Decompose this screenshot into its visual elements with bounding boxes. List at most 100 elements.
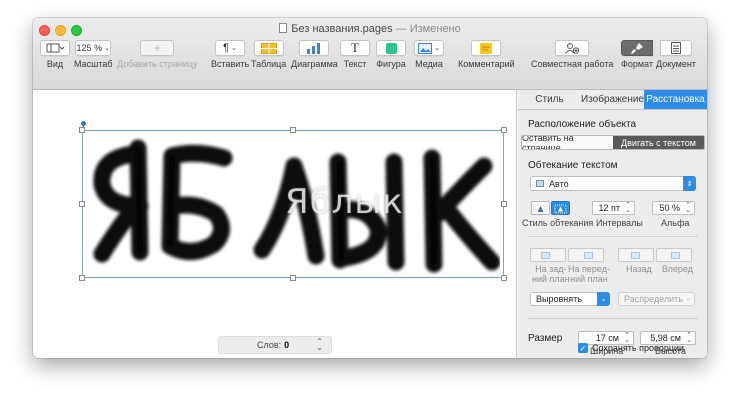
paintbrush-icon bbox=[631, 42, 643, 54]
divider bbox=[528, 236, 698, 237]
resize-handle[interactable] bbox=[290, 127, 296, 133]
checkbox-checked-icon[interactable]: ✓ bbox=[578, 343, 588, 353]
resize-handle[interactable] bbox=[79, 275, 85, 281]
table-tool: Таблица bbox=[251, 40, 286, 69]
spacing-field[interactable]: 12 пт ⌃ ⌄ bbox=[592, 201, 635, 215]
keep-proportions-label: Сохранять пропорции bbox=[592, 343, 685, 353]
backward-button[interactable] bbox=[618, 248, 654, 262]
zoom-tool: 125 % ⌄ Масштаб bbox=[74, 40, 113, 69]
document-status: Изменено bbox=[409, 23, 461, 35]
wrap-style-icon bbox=[537, 206, 544, 212]
height-value: 5,98 см bbox=[650, 333, 681, 343]
text-label: Текст bbox=[343, 59, 367, 69]
comment-tool: Комментарий bbox=[458, 40, 515, 69]
bring-to-front-button[interactable] bbox=[568, 248, 604, 262]
zoom-label: Масштаб bbox=[74, 59, 113, 69]
layer-forward-icon bbox=[671, 252, 680, 259]
chevron-down-icon: ⌄ bbox=[434, 45, 440, 52]
stepper-icon: ⌃ ⌄ bbox=[686, 332, 692, 344]
chart-button[interactable] bbox=[299, 40, 330, 56]
resize-handle[interactable] bbox=[501, 201, 507, 207]
view-tool: Вид bbox=[40, 40, 70, 69]
chevron-down-icon: ⌄ bbox=[597, 292, 610, 306]
inspector-panel: Стиль Изображение Расстановка Расположен… bbox=[518, 90, 707, 358]
word-count-value: 0 bbox=[284, 340, 290, 350]
send-to-back-button[interactable] bbox=[530, 248, 566, 262]
comment-icon bbox=[480, 42, 493, 54]
text-wrap-value: Авто bbox=[549, 178, 569, 189]
document-canvas[interactable]: Яблык Слов: 0 ⌃ ⌄ bbox=[33, 90, 517, 358]
divider bbox=[528, 318, 698, 319]
chart-tool: Диаграмма bbox=[291, 40, 338, 69]
collaborate-button[interactable] bbox=[555, 40, 590, 56]
app-window: Без названия.pages — Изменено Вид 125 % ⌄… bbox=[33, 18, 707, 358]
bring-to-front-label: На перед- ний план bbox=[568, 264, 610, 284]
insert-button[interactable]: ¶ ⌄ bbox=[215, 40, 246, 56]
document-sheet-icon bbox=[670, 42, 681, 54]
zoom-value: 125 % bbox=[76, 43, 103, 53]
resize-handle[interactable] bbox=[290, 275, 296, 281]
tab-style[interactable]: Стиль bbox=[518, 90, 581, 109]
format-button[interactable] bbox=[621, 40, 653, 56]
document-tool: Документ bbox=[656, 40, 696, 69]
stepper-icon: ⌃ ⌄ bbox=[316, 337, 323, 352]
document-button[interactable] bbox=[659, 40, 692, 56]
alpha-value: 50 % bbox=[659, 203, 680, 213]
text-button[interactable]: T bbox=[340, 40, 370, 56]
move-with-text-option[interactable]: Двигать с текстом bbox=[613, 136, 704, 149]
shape-icon bbox=[385, 42, 397, 54]
anchor-marker-icon[interactable] bbox=[81, 121, 86, 126]
stepper-icon: ⌃ ⌄ bbox=[624, 332, 630, 344]
chevron-down-icon: ⌄ bbox=[104, 45, 110, 52]
tab-arrange[interactable]: Расстановка bbox=[644, 90, 707, 109]
align-select[interactable]: Выровнять ⌄ bbox=[530, 292, 610, 306]
chevron-down-icon: ⌄ bbox=[685, 295, 691, 302]
add-page-tool: + Добавить страницу bbox=[117, 40, 198, 69]
add-page-label: Добавить страницу bbox=[117, 59, 198, 69]
comment-button[interactable] bbox=[471, 40, 502, 56]
text-t-icon: T bbox=[351, 40, 359, 55]
media-button[interactable]: ⌄ bbox=[414, 40, 444, 56]
text-wrap-select[interactable]: Авто ⇕ bbox=[530, 176, 696, 191]
resize-handle[interactable] bbox=[501, 275, 507, 281]
wrap-style-selected-icon bbox=[554, 204, 567, 214]
view-button[interactable] bbox=[40, 40, 70, 56]
title-separator: — bbox=[392, 23, 410, 35]
alpha-label: Альфа bbox=[661, 218, 690, 228]
stay-on-page-option[interactable]: Оставить на странице bbox=[522, 136, 613, 149]
forward-button[interactable] bbox=[656, 248, 692, 262]
wrap-style-right-button[interactable] bbox=[551, 201, 570, 215]
plus-icon: + bbox=[153, 41, 161, 55]
spacing-value: 12 пт bbox=[598, 203, 620, 213]
resize-handle[interactable] bbox=[501, 127, 507, 133]
format-tool: Формат bbox=[621, 40, 653, 69]
stepper-icon: ⌃ ⌄ bbox=[685, 202, 691, 214]
spacing-label: Интервалы bbox=[596, 218, 643, 228]
word-count-control[interactable]: Слов: 0 ⌃ ⌄ bbox=[218, 336, 332, 354]
align-label: Выровнять bbox=[536, 294, 582, 304]
keep-proportions-row[interactable]: ✓ Сохранять пропорции bbox=[578, 343, 684, 353]
image-selection-frame[interactable] bbox=[82, 130, 504, 278]
alpha-field[interactable]: 50 % ⌃ ⌄ bbox=[652, 201, 695, 215]
shape-button[interactable] bbox=[376, 40, 406, 56]
tab-image[interactable]: Изображение bbox=[581, 90, 644, 109]
collaborate-label: Совместная работа bbox=[531, 59, 614, 69]
resize-handle[interactable] bbox=[79, 127, 85, 133]
table-button[interactable] bbox=[253, 40, 284, 56]
media-tool: ⌄ Медиа bbox=[414, 40, 444, 69]
forward-label: Вперед bbox=[662, 264, 693, 274]
chart-label: Диаграмма bbox=[291, 59, 338, 69]
layer-backward-icon bbox=[631, 252, 640, 259]
document-icon bbox=[279, 23, 288, 33]
add-page-button[interactable]: + bbox=[140, 40, 175, 56]
zoom-select[interactable]: 125 % ⌄ bbox=[75, 40, 112, 56]
chevron-down-icon: ⌄ bbox=[231, 45, 237, 52]
resize-handle[interactable] bbox=[79, 201, 85, 207]
shape-label: Фигура bbox=[376, 59, 406, 69]
distribute-select[interactable]: Распределить ⌄ bbox=[618, 292, 695, 306]
wrap-auto-icon bbox=[536, 180, 544, 187]
placement-heading: Расположение объекта bbox=[528, 119, 637, 130]
wrap-style-left-button[interactable] bbox=[531, 201, 550, 215]
shape-tool: Фигура bbox=[376, 40, 406, 69]
size-label: Размер bbox=[528, 333, 563, 344]
